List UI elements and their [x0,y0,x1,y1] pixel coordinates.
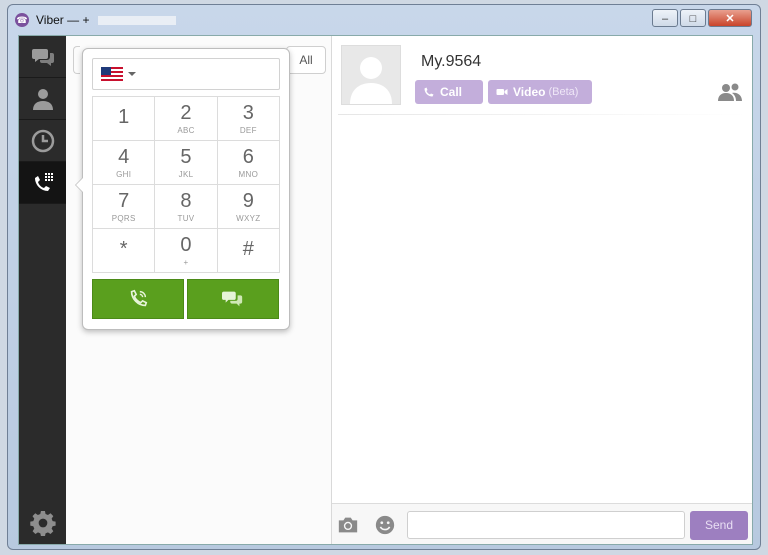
dial-call-button[interactable] [92,279,184,319]
default-avatar-icon [350,57,392,104]
minimize-button[interactable]: – [652,9,678,27]
dialpad-key-letters: + [183,257,189,267]
dialpad-key-digit: 5 [180,145,192,168]
dialpad-key-digit: # [242,238,254,260]
phone-icon [424,87,434,97]
dialpad-key-digit: 9 [242,189,254,212]
popover-arrow [75,177,83,193]
dialpad-popover: 1 2 ABC 3 DEF 4 GHI 5 JKL 6 MNO 7 PQRS 8 TUV 9 WXYZ * 0 + # [75,48,290,330]
gear-icon [29,510,56,536]
phone-number-input[interactable] [92,58,280,90]
dialpad-key-digit: * [119,238,128,260]
call-button[interactable]: Call [415,80,483,104]
settings-button[interactable] [19,502,66,544]
dialpad-key-digit: 6 [242,145,254,168]
dialpad-key[interactable]: * [93,229,156,273]
dial-message-button[interactable] [187,279,279,319]
dialpad-key[interactable]: 9 WXYZ [217,185,280,229]
close-button[interactable]: ✕ [708,9,752,27]
send-button[interactable]: Send [690,511,748,540]
dialpad-key-digit: 3 [242,101,254,124]
dialpad-key-digit: 2 [180,101,192,124]
dialpad-actions [92,279,279,319]
chat-bubbles-icon [31,48,54,66]
viber-window: ☎ Viber — + – □ ✕ All 1 2 ABC 3 DEF 4 GH… [7,4,761,550]
dialpad-key-digit: 8 [180,189,192,212]
dialpad-key[interactable]: 8 TUV [155,185,218,229]
client-area: All 1 2 ABC 3 DEF 4 GHI 5 JKL 6 MNO 7 PQRS 8 TUV 9 WXYZ *… [18,35,753,545]
dialpad-key-digit: 1 [118,106,130,128]
sidebar-item-recents[interactable] [19,120,66,162]
sidebar-item-chats[interactable] [19,36,66,78]
dialpad-key-letters: JKL [178,169,194,179]
group-people-icon[interactable] [718,82,742,102]
dialpad-key[interactable]: 5 JKL [155,141,218,185]
dialpad-key-digit: 7 [118,189,130,212]
video-button[interactable]: Video (Beta) [488,80,592,104]
dialpad-key-letters: GHI [116,169,132,179]
beta-badge: (Beta) [548,86,579,98]
dialpad-keys: 1 2 ABC 3 DEF 4 GHI 5 JKL 6 MNO 7 PQRS 8 TUV 9 WXYZ * 0 + # [92,96,280,273]
dialpad-key-letters: TUV [177,213,195,223]
message-input[interactable] [407,511,685,539]
person-icon [32,88,53,110]
chat-bubbles-icon [222,291,243,307]
sidebar [19,36,66,544]
video-button-label: Video [513,85,546,99]
viber-logo-icon: ☎ [15,13,29,27]
dialpad-key-letters: WXYZ [236,213,261,223]
filter-all-button[interactable]: All [286,46,326,74]
call-button-label: Call [440,85,463,99]
dialpad-key[interactable]: 7 PQRS [93,185,156,229]
dialpad-key-letters: DEF [239,125,257,135]
dialpad-key[interactable]: 3 DEF [217,97,280,141]
phone-icon [130,289,148,307]
chevron-down-icon[interactable] [128,72,136,76]
smiley-icon[interactable] [374,514,396,536]
dialpad-key[interactable]: 4 GHI [93,141,156,185]
clock-icon [31,129,54,152]
dialpad-key[interactable]: 1 [93,97,156,141]
dialpad-key[interactable]: 0 + [155,229,218,273]
sidebar-item-contacts[interactable] [19,78,66,120]
dialpad-key-digit: 4 [118,145,130,168]
chat-pane: My.9564 Call Video (Beta) Send [332,36,752,544]
avatar[interactable] [341,45,401,105]
window-title: Viber — + [36,13,90,27]
window-controls: – □ ✕ [652,9,752,27]
message-composer: Send [332,503,752,544]
video-camera-icon [496,89,508,95]
sidebar-item-dialpad[interactable] [19,162,66,204]
dialpad-key-letters: ABC [177,125,195,135]
us-flag-icon[interactable] [101,67,123,81]
dialpad-key[interactable]: 6 MNO [217,141,280,185]
dialpad-key[interactable]: # [217,229,280,273]
camera-icon[interactable] [337,514,359,536]
dialpad-key-digit: 0 [180,233,192,256]
dialpad-key-letters: MNO [238,169,259,179]
title-bar: ☎ Viber — + – □ ✕ [8,5,760,35]
redacted-phone-number [98,16,176,25]
phone-keypad-icon [34,172,53,191]
maximize-button[interactable]: □ [680,9,706,27]
dialpad-key[interactable]: 2 ABC [155,97,218,141]
dialpad-key-letters: PQRS [111,213,136,223]
contact-name: My.9564 [421,53,482,70]
filter-segment[interactable] [73,46,80,74]
header-divider [338,114,748,115]
